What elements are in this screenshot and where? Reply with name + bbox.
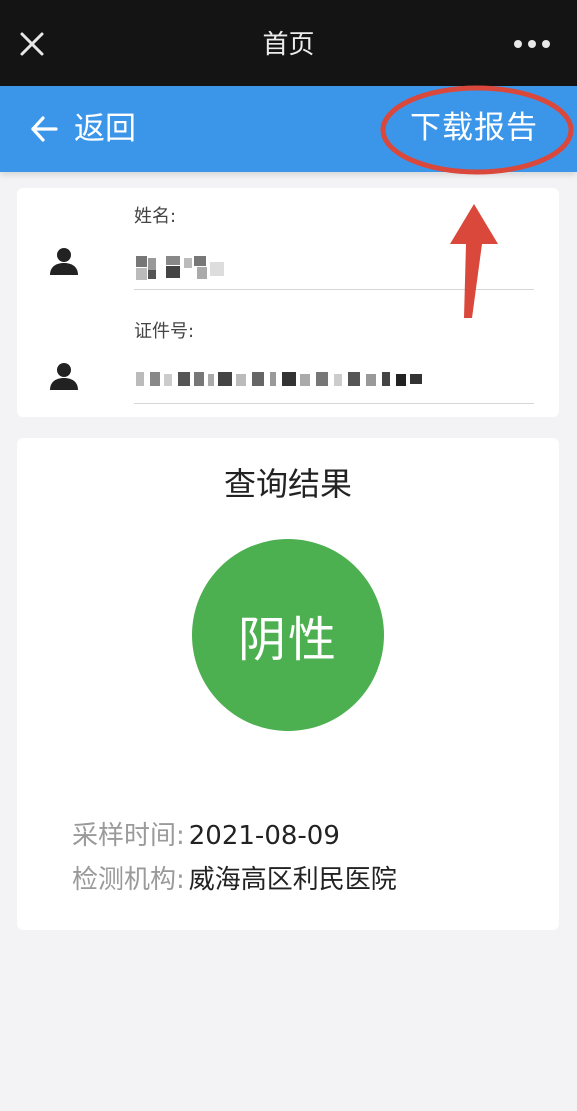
more-icon[interactable] [510, 36, 554, 52]
back-arrow-icon [31, 116, 58, 142]
result-card: 查询结果 阴性 采样时间: 2021-08-09 检测机构: 威海高区利民医院 [17, 438, 559, 930]
title-bar: 首页 [0, 0, 577, 86]
result-title: 查询结果 [223, 465, 352, 503]
id-label: 证件号: [134, 321, 195, 342]
person-icon [50, 248, 78, 275]
sample-time-label: 采样时间: [72, 821, 185, 851]
result-status-text: 阴性 [237, 612, 338, 668]
id-value-redacted [136, 372, 422, 386]
name-divider [134, 289, 534, 290]
window-title: 首页 [262, 30, 315, 60]
institution-row: 检测机构: 威海高区利民医院 [72, 862, 397, 898]
navigation-bar: 返回 下载报告 [0, 86, 577, 172]
personal-info-card: 姓名: 证件号: [17, 188, 559, 417]
id-divider [134, 403, 534, 404]
back-label: 返回 [74, 111, 136, 147]
download-report-button[interactable]: 下载报告 [410, 105, 538, 151]
person-icon [50, 363, 78, 390]
name-label: 姓名: [134, 206, 177, 227]
sample-time-value: 2021-08-09 [188, 821, 340, 851]
result-status-badge: 阴性 [192, 539, 384, 731]
name-value-redacted [136, 256, 224, 280]
institution-value: 威海高区利民医院 [188, 865, 397, 895]
institution-label: 检测机构: [72, 865, 185, 895]
sample-time-row: 采样时间: 2021-08-09 [72, 818, 340, 854]
back-button[interactable]: 返回 [28, 106, 136, 152]
